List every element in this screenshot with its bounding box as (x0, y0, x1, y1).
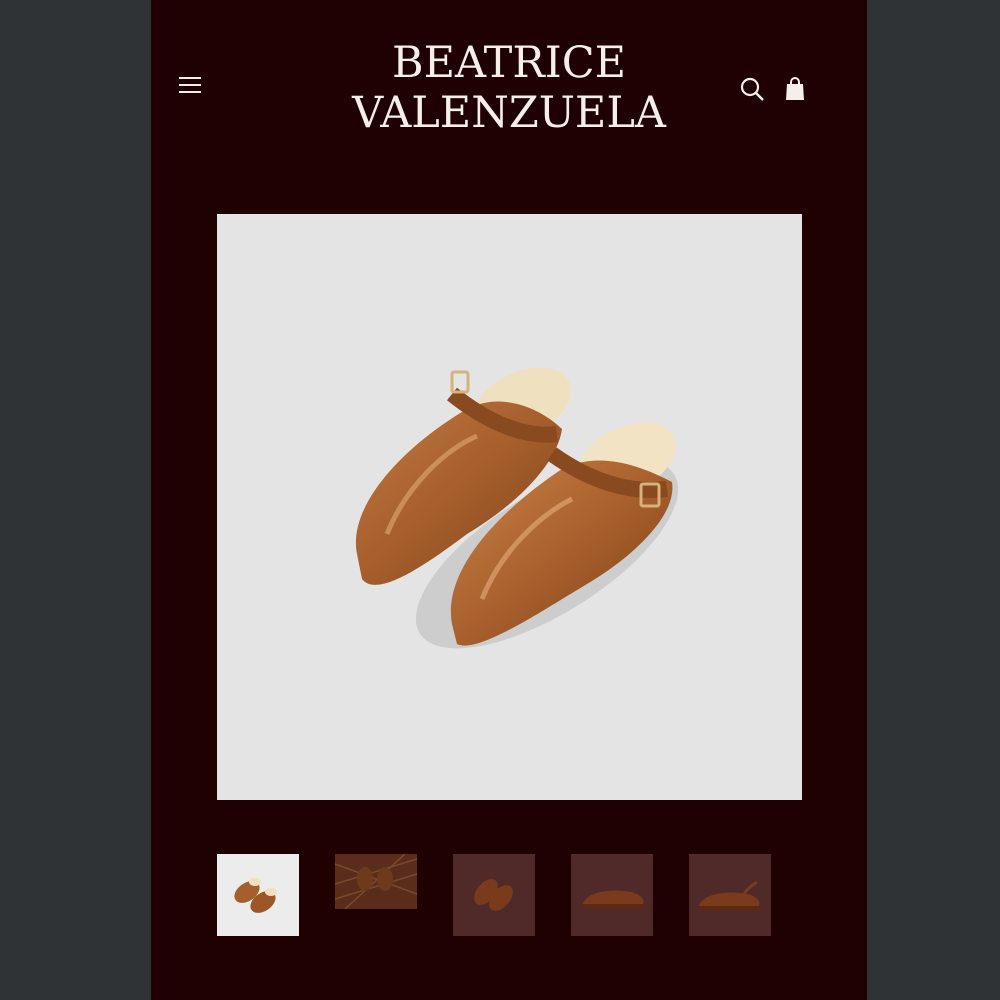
menu-button[interactable] (175, 70, 205, 100)
thumbnail-5[interactable] (689, 854, 771, 936)
brand-logo[interactable]: BEATRICE VALENZUELA (311, 38, 707, 138)
thumbnail-2[interactable] (335, 854, 417, 909)
thumb-clogs-pair-top (474, 879, 513, 911)
product-main-image[interactable] (217, 214, 802, 800)
thumb-clogs-on-straw (335, 854, 417, 909)
thumbnail-3[interactable] (453, 854, 535, 936)
thumbnail-4[interactable] (571, 854, 653, 936)
thumb-clog-side-strap-back (699, 880, 760, 910)
shopping-bag-icon (786, 77, 804, 100)
brand-name-line1: BEATRICE (391, 38, 627, 88)
cart-button[interactable] (781, 75, 809, 103)
thumbnail-1[interactable] (217, 854, 299, 936)
brand-name-line2: VALENZUELA (352, 88, 666, 138)
search-icon (740, 77, 764, 101)
thumb-clog-side-view (583, 890, 644, 908)
product-page: BEATRICE VALENZUELA (151, 0, 867, 1000)
thumbnail-strip (217, 854, 802, 936)
thumb-clogs-pair-front (234, 878, 277, 913)
hamburger-icon (179, 77, 201, 93)
clogs-photo (355, 367, 679, 649)
search-button[interactable] (738, 75, 766, 103)
site-header: BEATRICE VALENZUELA (151, 0, 867, 180)
